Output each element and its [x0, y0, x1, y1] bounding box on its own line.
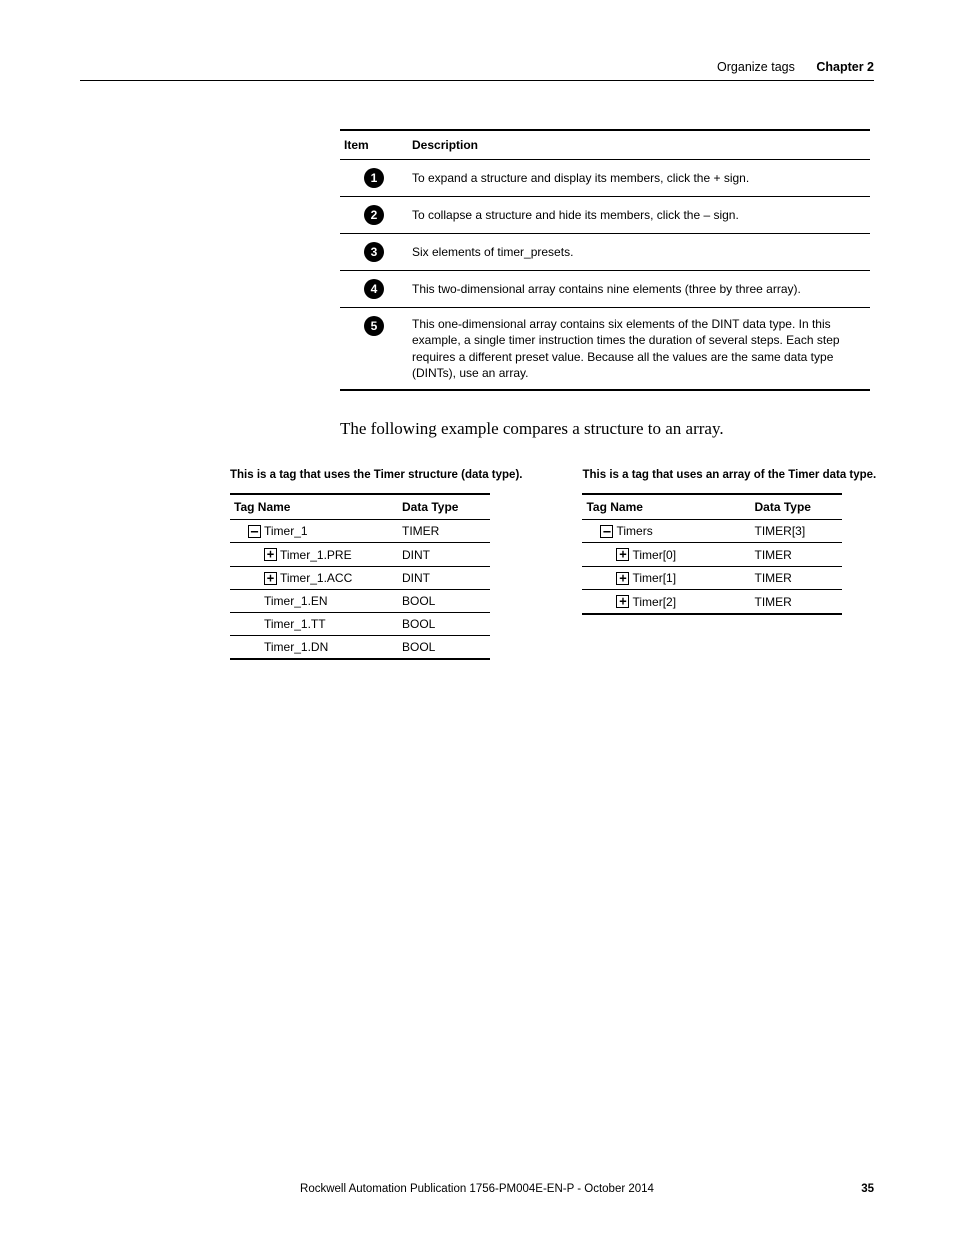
data-type-cell: TIMER: [750, 543, 842, 567]
item-table-cell-desc: To expand a structure and display its me…: [408, 160, 870, 197]
collapse-icon[interactable]: –: [600, 525, 613, 538]
tag-table-row: +Timer[2]TIMER: [582, 590, 842, 614]
tag-table-row: Timer_1.EN BOOL: [230, 590, 490, 613]
tag-name-label: Timer_1.DN: [264, 640, 328, 654]
tag-name-cell: +Timer_1.PRE: [230, 543, 398, 567]
item-table-header-desc: Description: [408, 130, 870, 160]
tag-table-row: +Timer[0]TIMER: [582, 543, 842, 567]
expand-icon[interactable]: +: [264, 548, 277, 561]
footer-publication: Rockwell Automation Publication 1756-PM0…: [120, 1183, 834, 1195]
footer-page-number: 35: [834, 1183, 874, 1195]
tag-table-row: +Timer[1]TIMER: [582, 566, 842, 590]
tag-name-label: Timers: [616, 524, 652, 538]
expand-icon[interactable]: +: [264, 572, 277, 585]
tag-table-row: +Timer_1.PREDINT: [230, 543, 490, 567]
item-table-row: 3 Six elements of timer_presets.: [340, 234, 870, 271]
tag-name-cell: Timer_1.DN: [230, 636, 398, 660]
item-table-cell-item: 4: [340, 271, 408, 308]
numbered-bullet-icon: 5: [364, 316, 384, 336]
tag-table-row: Timer_1.TT BOOL: [230, 613, 490, 636]
header-chapter: Chapter 2: [816, 60, 874, 74]
item-table-row: 2 To collapse a structure and hide its me…: [340, 197, 870, 234]
page-header: Organize tags Chapter 2: [80, 60, 874, 81]
item-table-cell-item: 1: [340, 160, 408, 197]
numbered-bullet-icon: 2: [364, 205, 384, 225]
tag-table-left-header-tag: Tag Name: [230, 494, 398, 520]
item-table-row: 4 This two-dimensional array contains nin…: [340, 271, 870, 308]
tag-table-array: Tag Name Data Type –TimersTIMER[3]+Timer…: [582, 493, 842, 615]
page-footer: Rockwell Automation Publication 1756-PM0…: [80, 1183, 874, 1195]
tag-table-row: –Timer_1TIMER: [230, 519, 490, 543]
tag-table-row: Timer_1.DN BOOL: [230, 636, 490, 660]
tag-name-cell: –Timers: [582, 519, 750, 543]
tag-name-label: Timer_1.EN: [264, 594, 328, 608]
item-table-cell-desc: Six elements of timer_presets.: [408, 234, 870, 271]
item-table-cell-desc: This one-dimensional array contains six …: [408, 308, 870, 390]
data-type-cell: BOOL: [398, 636, 490, 660]
tag-name-label: Timer_1.TT: [264, 617, 326, 631]
item-table-cell-item: 3: [340, 234, 408, 271]
tag-name-label: Timer[1]: [632, 571, 676, 585]
tag-name-label: Timer[0]: [632, 548, 676, 562]
tag-name-cell: –Timer_1: [230, 519, 398, 543]
tag-name-label: Timer_1.PRE: [280, 548, 352, 562]
comparison-area: This is a tag that uses the Timer struct…: [230, 469, 874, 661]
compare-right-column: This is a tag that uses an array of the …: [582, 469, 876, 661]
numbered-bullet-icon: 4: [364, 279, 384, 299]
header-section: Organize tags: [717, 60, 795, 74]
data-type-cell: DINT: [398, 566, 490, 590]
data-type-cell: BOOL: [398, 590, 490, 613]
data-type-cell: TIMER: [750, 590, 842, 614]
numbered-bullet-icon: 3: [364, 242, 384, 262]
tag-name-cell: +Timer[1]: [582, 566, 750, 590]
tag-name-label: Timer[2]: [632, 595, 676, 609]
data-type-cell: BOOL: [398, 613, 490, 636]
expand-icon[interactable]: +: [616, 548, 629, 561]
item-table-cell-item: 5: [340, 308, 408, 390]
data-type-cell: TIMER[3]: [750, 519, 842, 543]
item-table-header-item: Item: [340, 130, 408, 160]
data-type-cell: DINT: [398, 543, 490, 567]
collapse-icon[interactable]: –: [248, 525, 261, 538]
tag-table-right-header-tag: Tag Name: [582, 494, 750, 520]
item-table-cell-desc: To collapse a structure and hide its mem…: [408, 197, 870, 234]
item-table-cell-desc: This two-dimensional array contains nine…: [408, 271, 870, 308]
tag-name-label: Timer_1.ACC: [280, 571, 352, 585]
tag-name-cell: +Timer_1.ACC: [230, 566, 398, 590]
tag-name-label: Timer_1: [264, 524, 308, 538]
tag-table-structure: Tag Name Data Type –Timer_1TIMER+Timer_1…: [230, 493, 490, 661]
compare-left-column: This is a tag that uses the Timer struct…: [230, 469, 522, 661]
tag-name-cell: Timer_1.EN: [230, 590, 398, 613]
compare-left-caption: This is a tag that uses the Timer struct…: [230, 469, 522, 481]
numbered-bullet-icon: 1: [364, 168, 384, 188]
expand-icon[interactable]: +: [616, 572, 629, 585]
data-type-cell: TIMER: [750, 566, 842, 590]
tag-table-row: +Timer_1.ACCDINT: [230, 566, 490, 590]
tag-table-right-header-type: Data Type: [750, 494, 842, 520]
item-description-table: Item Description 1 To expand a structure …: [340, 129, 870, 391]
tag-name-cell: +Timer[2]: [582, 590, 750, 614]
item-table-cell-item: 2: [340, 197, 408, 234]
data-type-cell: TIMER: [398, 519, 490, 543]
body-paragraph: The following example compares a structu…: [340, 419, 874, 439]
tag-table-left-header-type: Data Type: [398, 494, 490, 520]
compare-right-caption: This is a tag that uses an array of the …: [582, 469, 876, 481]
tag-table-row: –TimersTIMER[3]: [582, 519, 842, 543]
tag-name-cell: +Timer[0]: [582, 543, 750, 567]
item-table-row: 5 This one-dimensional array contains six…: [340, 308, 870, 390]
expand-icon[interactable]: +: [616, 595, 629, 608]
tag-name-cell: Timer_1.TT: [230, 613, 398, 636]
item-table-row: 1 To expand a structure and display its m…: [340, 160, 870, 197]
